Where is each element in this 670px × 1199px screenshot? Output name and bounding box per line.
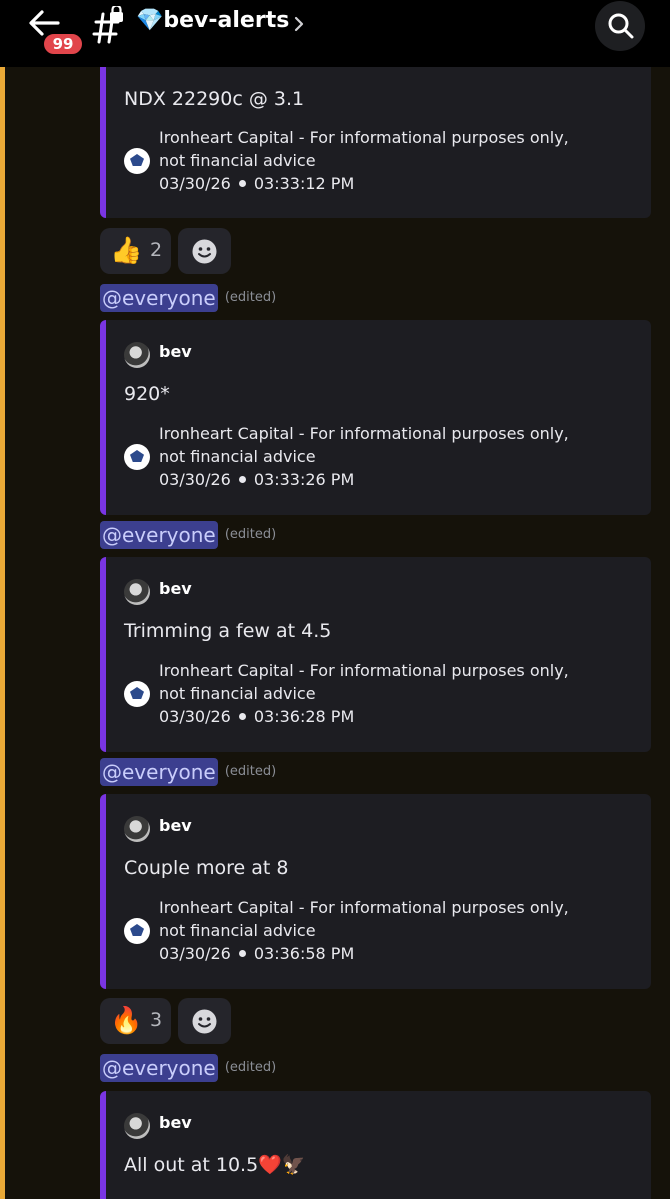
footer-disclaimer: Ironheart Capital - For informational pu… [159,661,569,703]
edited-label: (edited) [224,290,277,305]
search-button[interactable] [595,1,645,51]
smiley-icon [192,1009,217,1034]
footer-time: 03:36:28 PM [253,707,355,726]
unread-badge: 99 [41,31,85,57]
ironheart-logo-icon [124,444,150,470]
footer-date: 03/30/26 [159,470,231,489]
author-avatar [124,579,150,605]
edited-label: (edited) [224,527,277,542]
author-name[interactable]: bev [159,1113,192,1132]
embed-footer: Ironheart Capital - For informational pu… [159,896,599,965]
embed-footer: Ironheart Capital - For informational pu… [159,126,599,195]
author-avatar [124,1113,150,1139]
fire-icon: 🔥 [110,1006,143,1036]
smiley-icon [192,239,217,264]
edited-label: (edited) [224,1060,277,1075]
embed-text: Couple more at 8 [124,857,289,879]
author-avatar [124,816,150,842]
embed-text: NDX 22290c @ 3.1 [124,88,305,110]
footer-time: 03:36:58 PM [253,944,355,963]
message-header: @everyone (edited) [100,521,276,549]
ironheart-logo-icon [124,681,150,707]
message-header: @everyone (edited) [100,284,276,312]
embed-card: bev 920* Ironheart Capital - For informa… [100,320,651,515]
embed-text: Trimming a few at 4.5 [124,620,332,642]
unread-indicator-bar [0,67,5,1199]
footer-disclaimer: Ironheart Capital - For informational pu… [159,128,569,170]
reaction-fire[interactable]: 🔥 3 [100,998,171,1044]
edited-label: (edited) [224,764,277,779]
embed-text: All out at 10.5❤️🦅 [124,1154,306,1176]
reaction-count: 2 [150,239,163,261]
ironheart-logo-icon [124,148,150,174]
everyone-mention[interactable]: @everyone [100,284,218,312]
everyone-mention[interactable]: @everyone [100,521,218,549]
author-avatar [124,342,150,368]
reaction-thumbs-up[interactable]: 👍 2 [100,228,171,274]
footer-date: 03/30/26 [159,707,231,726]
thumbs-up-icon: 👍 [110,236,143,266]
channel-name[interactable]: 💎bev-alerts [136,4,289,38]
embed-text: 920* [124,383,170,405]
footer-time: 03:33:12 PM [253,174,355,193]
add-reaction-button[interactable] [178,228,231,274]
everyone-mention[interactable]: @everyone [100,758,218,786]
footer-date: 03/30/26 [159,944,231,963]
embed-card: bev All out at 10.5❤️🦅 [100,1091,651,1199]
message-header: @everyone (edited) [100,758,276,786]
author-name[interactable]: bev [159,342,192,361]
chevron-right-icon[interactable] [292,14,306,34]
top-bar: 99 💎bev-alerts [0,0,670,67]
footer-time: 03:33:26 PM [253,470,355,489]
author-name[interactable]: bev [159,579,192,598]
footer-date: 03/30/26 [159,174,231,193]
author-name[interactable]: bev [159,816,192,835]
locked-channel-icon [88,4,128,46]
footer-disclaimer: Ironheart Capital - For informational pu… [159,898,569,940]
add-reaction-button[interactable] [178,998,231,1044]
embed-card: bev Couple more at 8 Ironheart Capital -… [100,794,651,989]
embed-card: bev Trimming a few at 4.5 Ironheart Capi… [100,557,651,752]
embed-footer: Ironheart Capital - For informational pu… [159,659,599,728]
reaction-count: 3 [150,1009,163,1031]
footer-disclaimer: Ironheart Capital - For informational pu… [159,424,569,466]
everyone-mention[interactable]: @everyone [100,1054,218,1082]
search-icon [608,13,634,39]
ironheart-logo-icon [124,918,150,944]
message-header: @everyone (edited) [100,1054,276,1082]
embed-footer: Ironheart Capital - For informational pu… [159,422,599,491]
